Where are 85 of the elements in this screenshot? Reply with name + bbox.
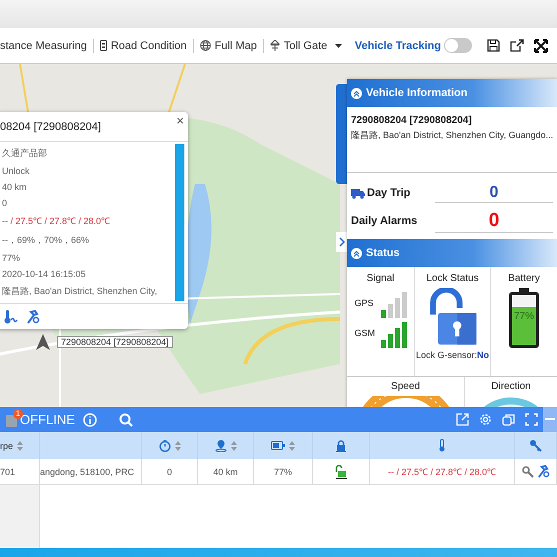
table-row[interactable]: 701 angdong, 518100, PRC 0 40 km 77% -- / 27.5℃ / 27.8℃ / 28.0℃ [0,459,557,485]
caret-icon [335,44,342,48]
panel-title: Vehicle Information [366,87,468,99]
stat-label: Daily Alarms [351,215,418,227]
vehicle-id: 7290808204 [7290808204] [350,114,473,128]
vehicle-address: 隆昌路, Bao'an District, Shenzhen City, Guangdo... [347,129,557,173]
timer-icon [158,440,170,452]
settings-icon[interactable] [479,413,492,426]
vehicle-tracking-label: Vehicle Tracking [354,40,441,52]
panel-title: Status [366,247,400,259]
table-cell: 701 [0,466,16,476]
thermometer-icon [438,439,446,452]
table-cell: angdong, 518100, PRC [40,466,134,476]
popup-line: 0 [2,198,8,208]
tools-icon[interactable] [26,310,40,324]
search-key-icon[interactable] [522,466,534,478]
lock-status-title: Lock Status [426,273,479,284]
empty-column-area [0,485,40,548]
chevron-right-icon[interactable] [336,232,348,252]
table-cell: 77% [274,466,292,476]
popup-line: -- / 27.5℃ / 27.8℃ / 28.0℃ [2,215,112,228]
lock-icon [336,440,346,452]
fullscreen-icon[interactable] [534,38,548,52]
table-cell: 40 km [213,466,238,476]
external-link-icon[interactable] [510,39,524,52]
popup-line: 隆昌路, Bao'an District, Shenzhen City, [2,284,158,298]
stat-value: 0 [435,184,553,202]
column-header: rpe [0,440,14,450]
signal-label: GPS [354,298,374,308]
toll-gate-icon [270,40,280,51]
battery-title: Battery [508,273,540,284]
popup-line: 40 km [2,182,28,192]
export-icon[interactable] [456,413,469,426]
scrollbar[interactable] [175,144,185,301]
unlocked-icon [428,288,478,346]
sort-icon[interactable] [17,440,24,450]
unlocked-icon [335,464,347,478]
collapse-icon[interactable] [351,248,362,258]
popup-line: 2020-10-14 16:15:05 [2,268,87,279]
tools-icon[interactable] [536,465,550,478]
device-icon [6,412,18,426]
popup-line: Unlock [2,166,31,176]
globe-icon [200,40,211,51]
popup-line: 久通产品部 [2,147,48,160]
info-icon[interactable] [82,412,97,426]
toolbar-button[interactable]: stance Measuring [0,38,94,52]
popup-line: --，69%，70%，66% [2,234,90,247]
thermometer-icon[interactable] [4,310,18,324]
minimize-icon[interactable] [543,407,557,432]
g-sensor-text: Lock G-sensor:No [416,350,490,360]
panel-tab[interactable] [336,84,348,184]
panel-header[interactable]: Status [347,239,557,267]
key-icon [529,439,542,452]
offline-label[interactable]: OFFLINE [20,412,75,427]
vehicle-arrow-icon[interactable] [36,334,50,350]
save-icon[interactable] [487,39,500,52]
popup-line: 77% [2,252,22,263]
signal-title: Signal [366,273,394,284]
battery-icon [271,441,285,450]
close-button[interactable]: × [176,113,184,128]
stat-label: Day Trip [351,187,435,199]
direction-title: Direction [491,381,531,392]
toolbar-button[interactable]: Full Map [194,38,264,52]
panel-header[interactable]: Vehicle Information [347,79,557,107]
temperature-cell-text: -- / 27.5℃ / 27.8℃ / 28.0℃ [388,466,496,478]
table-cell: 0 [166,466,172,476]
signal-label: GSM [354,328,374,338]
battery-reading: 77% [512,311,535,322]
stat-value: 0 [435,210,553,232]
marker-label: 7290808204 [7290808204] [57,336,173,348]
road-icon [100,40,107,51]
toolbar-button[interactable]: Toll Gate [264,38,348,52]
location-pin-icon [214,439,226,452]
tracking-toggle[interactable] [444,38,472,53]
toolbar-button[interactable]: Road Condition [94,38,194,52]
windows-icon[interactable] [502,413,515,426]
sort-icon[interactable] [230,440,236,450]
expand-icon[interactable] [525,413,538,426]
collapse-icon[interactable] [351,88,362,98]
sort-icon[interactable] [289,440,295,450]
speed-title: Speed [391,381,420,392]
search-icon[interactable] [118,412,133,426]
popup-title: 08204 [7290808204] [0,120,101,132]
truck-icon [351,188,365,198]
sort-icon[interactable] [174,440,180,450]
